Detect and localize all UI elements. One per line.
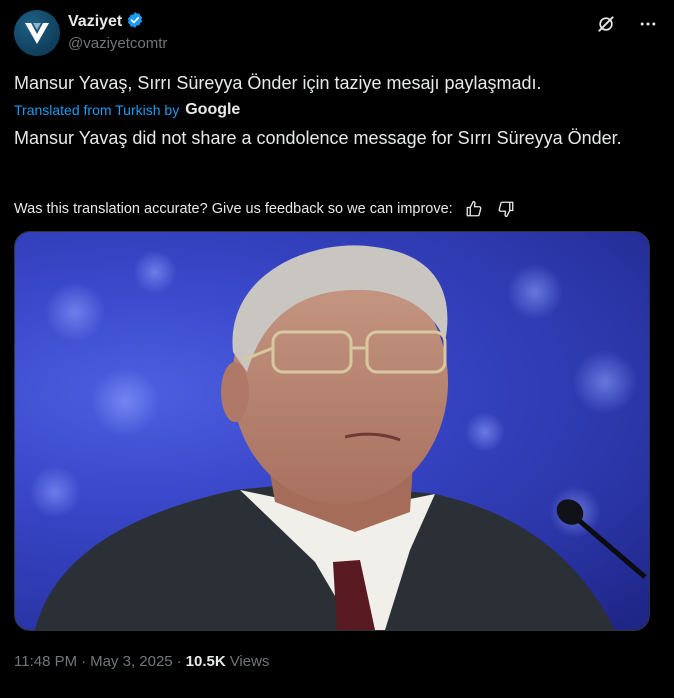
vaziyet-logo-icon [25, 23, 49, 44]
views-label: Views [229, 653, 270, 670]
translation-attribution: Translated from Turkish by Google [14, 101, 240, 119]
tweet-text: Mansur Yavaş, Sırrı Süreyya Önder için t… [14, 73, 542, 93]
grok-icon[interactable] [594, 12, 618, 36]
views-count[interactable]: 10.5K [186, 653, 226, 670]
thumbs-down-icon[interactable] [495, 198, 517, 220]
author-handle[interactable]: @vaziyetcomtr [68, 35, 167, 52]
author-names: Vaziyet @vaziyetcomtr [68, 11, 167, 52]
tweet-header: Vaziyet @vaziyetcomtr [14, 10, 660, 56]
avatar[interactable] [14, 10, 60, 56]
more-horizontal-icon[interactable] [636, 12, 660, 36]
tweet-photo[interactable] [14, 231, 650, 631]
display-name-row[interactable]: Vaziyet [68, 11, 167, 34]
thumbs-up-icon[interactable] [463, 198, 485, 220]
feedback-prompt: Was this translation accurate? Give us f… [14, 201, 453, 217]
translated-label[interactable]: Translated from Turkish by [14, 102, 179, 118]
tweet-date[interactable]: May 3, 2025 [90, 653, 173, 670]
tweet-meta: 11:48 PM · May 3, 2025 · 10.5K Views [14, 653, 269, 670]
verified-badge-icon [126, 11, 144, 34]
photo-illustration [29, 245, 647, 630]
translation-feedback: Was this translation accurate? Give us f… [14, 198, 517, 220]
translator-name: Google [185, 101, 241, 118]
tweet-time[interactable]: 11:48 PM [14, 653, 77, 670]
meta-separator: · [176, 653, 182, 670]
header-actions [594, 12, 660, 36]
translated-text: Mansur Yavaş did not share a condolence … [14, 128, 622, 148]
meta-separator: · [81, 653, 87, 670]
display-name[interactable]: Vaziyet [68, 13, 122, 31]
